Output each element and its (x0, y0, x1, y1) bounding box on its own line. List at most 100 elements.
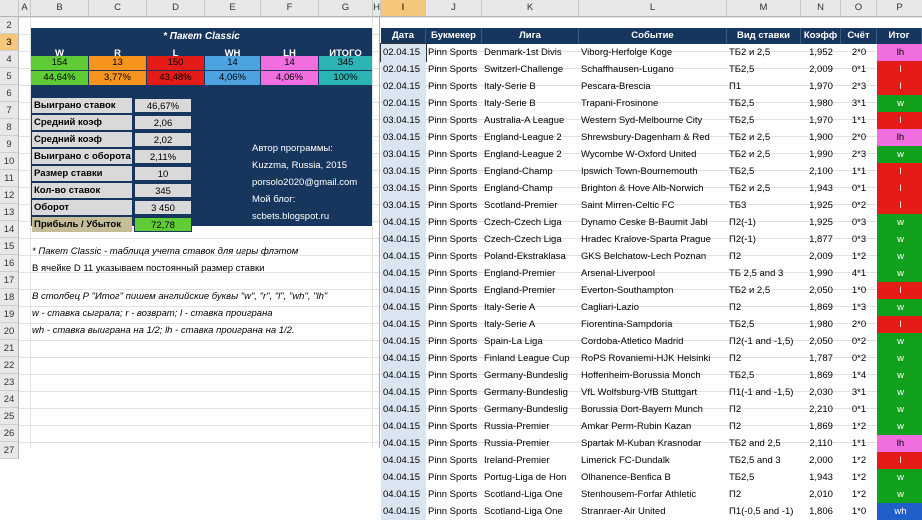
column-header[interactable]: O (841, 0, 877, 16)
cell-bet-type[interactable]: П2 (727, 248, 801, 265)
cell-odds[interactable]: 2,210 (801, 401, 841, 418)
cell-bet-type[interactable]: ТБ2 и 2,5 (727, 146, 801, 163)
cell-date[interactable]: 04.04.15 (381, 367, 426, 384)
cell-event[interactable]: Amkar Perm-Rubin Kazan (579, 418, 727, 435)
cell-date[interactable]: 04.04.15 (381, 231, 426, 248)
cell-date[interactable]: 03.04.15 (381, 163, 426, 180)
table-row[interactable]: 04.04.15 Pinn Sports Germany-Bundeslig Hoff… (380, 367, 922, 384)
cell-league[interactable]: Scotland-Premier (482, 197, 579, 214)
cell-bet-type[interactable]: ТБ2 and 2,5 (727, 435, 801, 452)
row-header[interactable]: 13 (0, 204, 18, 221)
cell-bookmaker[interactable]: Pinn Sports (426, 452, 482, 469)
column-header[interactable]: N (801, 0, 841, 16)
summary-pct-r[interactable]: 3,77% (89, 71, 146, 85)
cell-bookmaker[interactable]: Pinn Sports (426, 367, 482, 384)
cell-score[interactable]: 0*3 (841, 231, 877, 248)
stat-value-bet-size[interactable]: 10 (134, 166, 192, 181)
cell-date[interactable]: 02.04.15 (380, 43, 427, 62)
cell-event[interactable]: Dynamo Ceske B-Baumit Jabl (579, 214, 727, 231)
cell-league[interactable]: Finland League Cup (482, 350, 579, 367)
stat-label[interactable]: Средний коэф ставок (32, 115, 132, 143)
column-header[interactable]: B (31, 0, 89, 16)
blog-link[interactable]: scbets.blogspot.ru (252, 208, 329, 225)
cell-league[interactable]: Scotland-Liga One (482, 503, 579, 520)
cell-odds[interactable]: 1,787 (801, 350, 841, 367)
cell-odds[interactable]: 1,869 (801, 299, 841, 316)
cell-event[interactable]: Viborg-Herfolge Koge (579, 44, 727, 61)
cell-bet-type[interactable]: П1 (727, 78, 801, 95)
row-header[interactable]: 12 (0, 187, 18, 204)
cell-bookmaker[interactable]: Pinn Sports (426, 350, 482, 367)
cell-bookmaker[interactable]: Pinn Sports (426, 180, 482, 197)
cell-event[interactable]: Shrewsbury-Dagenham & Red (579, 129, 727, 146)
cell-bookmaker[interactable]: Pinn Sports (426, 61, 482, 78)
cell-score[interactable]: 0*1 (841, 401, 877, 418)
cell-odds[interactable]: 1,943 (801, 469, 841, 486)
row-header[interactable]: 19 (0, 306, 18, 323)
cell-date[interactable]: 02.04.15 (381, 61, 426, 78)
cell-score[interactable]: 1*0 (841, 503, 877, 520)
cell-league[interactable]: Australia-A League (482, 112, 579, 129)
cell-score[interactable]: 1*2 (841, 486, 877, 503)
stat-value[interactable]: 2,11% (134, 149, 192, 164)
cell-odds[interactable]: 1,925 (801, 197, 841, 214)
cell-date[interactable]: 03.04.15 (381, 197, 426, 214)
summary-pct-total[interactable]: 100% (319, 71, 372, 85)
cell-league[interactable]: England-Champ (482, 180, 579, 197)
table-row[interactable]: 04.04.15 Pinn Sports Spain-La Liga Cordoba-… (380, 333, 922, 350)
summary-count-wh[interactable]: 14 (205, 56, 260, 70)
cell-odds[interactable]: 1,970 (801, 78, 841, 95)
cell-score[interactable]: 0*3 (841, 214, 877, 231)
cell-result[interactable]: l (877, 452, 922, 469)
column-header[interactable]: J (426, 0, 482, 16)
cell-league[interactable]: Spain-La Liga (482, 333, 579, 350)
cell-odds[interactable]: 1,900 (801, 129, 841, 146)
cell-odds[interactable]: 2,010 (801, 486, 841, 503)
cell-event[interactable]: Ipswich Town-Bournemouth (579, 163, 727, 180)
cell-date[interactable]: 04.04.15 (381, 265, 426, 282)
cell-bookmaker[interactable]: Pinn Sports (426, 384, 482, 401)
table-row[interactable]: 04.04.15 Pinn Sports Portug-Liga de Hon Olh… (380, 469, 922, 486)
row-header-selected[interactable]: 3 (0, 34, 18, 51)
cell-bet-type[interactable]: ТБ2,5 (727, 163, 801, 180)
cell-bookmaker[interactable]: Pinn Sports (426, 197, 482, 214)
stat-label[interactable]: Выиграно с оборота (32, 149, 132, 164)
summary-count-l[interactable]: 150 (147, 56, 204, 70)
cell-date[interactable]: 04.04.15 (381, 503, 426, 520)
table-row[interactable]: 02.04.15 Pinn Sports Denmark-1st Divis Vibo… (380, 43, 922, 62)
row-header[interactable]: 27 (0, 442, 18, 459)
select-all-corner[interactable] (0, 0, 19, 16)
cell-result[interactable]: w (877, 214, 922, 231)
column-header[interactable]: M (727, 0, 801, 16)
cell-bet-type[interactable]: ТБ2 и 2,5 (727, 180, 801, 197)
stat-value[interactable]: 3 450 (134, 200, 192, 215)
summary-count-lh[interactable]: 14 (261, 56, 318, 70)
row-header[interactable]: 24 (0, 391, 18, 408)
cell-result[interactable]: w (877, 350, 922, 367)
table-header-event[interactable]: Событие (579, 28, 727, 44)
cell-result[interactable]: w (877, 333, 922, 350)
cell-score[interactable]: 1*2 (841, 469, 877, 486)
column-header-selected[interactable]: I (381, 0, 426, 16)
row-header[interactable]: 7 (0, 102, 18, 119)
cell-date[interactable]: 04.04.15 (381, 282, 426, 299)
cell-score[interactable]: 1*3 (841, 299, 877, 316)
cell-bookmaker[interactable]: Pinn Sports (426, 333, 482, 350)
cell-score[interactable]: 0*2 (841, 197, 877, 214)
cell-score[interactable]: 2*0 (841, 44, 877, 61)
table-row[interactable]: 04.04.15 Pinn Sports Ireland-Premier Limeri… (380, 452, 922, 469)
stat-value-profit[interactable]: 72,78 (134, 217, 192, 232)
row-header[interactable]: 11 (0, 170, 18, 187)
cell-result[interactable]: lh (877, 129, 922, 146)
cell-score[interactable]: 0*2 (841, 333, 877, 350)
table-row[interactable]: 04.04.15 Pinn Sports Germany-Bundeslig Boru… (380, 401, 922, 418)
row-header[interactable]: 8 (0, 119, 18, 136)
cell-result[interactable]: l (877, 163, 922, 180)
cell-odds[interactable]: 1,990 (801, 265, 841, 282)
cell-event[interactable]: Olhanence-Benfica B (579, 469, 727, 486)
cell-bet-type[interactable]: П2(-1 and -1,5) (727, 333, 801, 350)
cell-result[interactable]: lh (877, 44, 922, 61)
cell-date[interactable]: 04.04.15 (381, 486, 426, 503)
cell-odds[interactable]: 2,000 (801, 452, 841, 469)
cell-odds[interactable]: 2,050 (801, 282, 841, 299)
